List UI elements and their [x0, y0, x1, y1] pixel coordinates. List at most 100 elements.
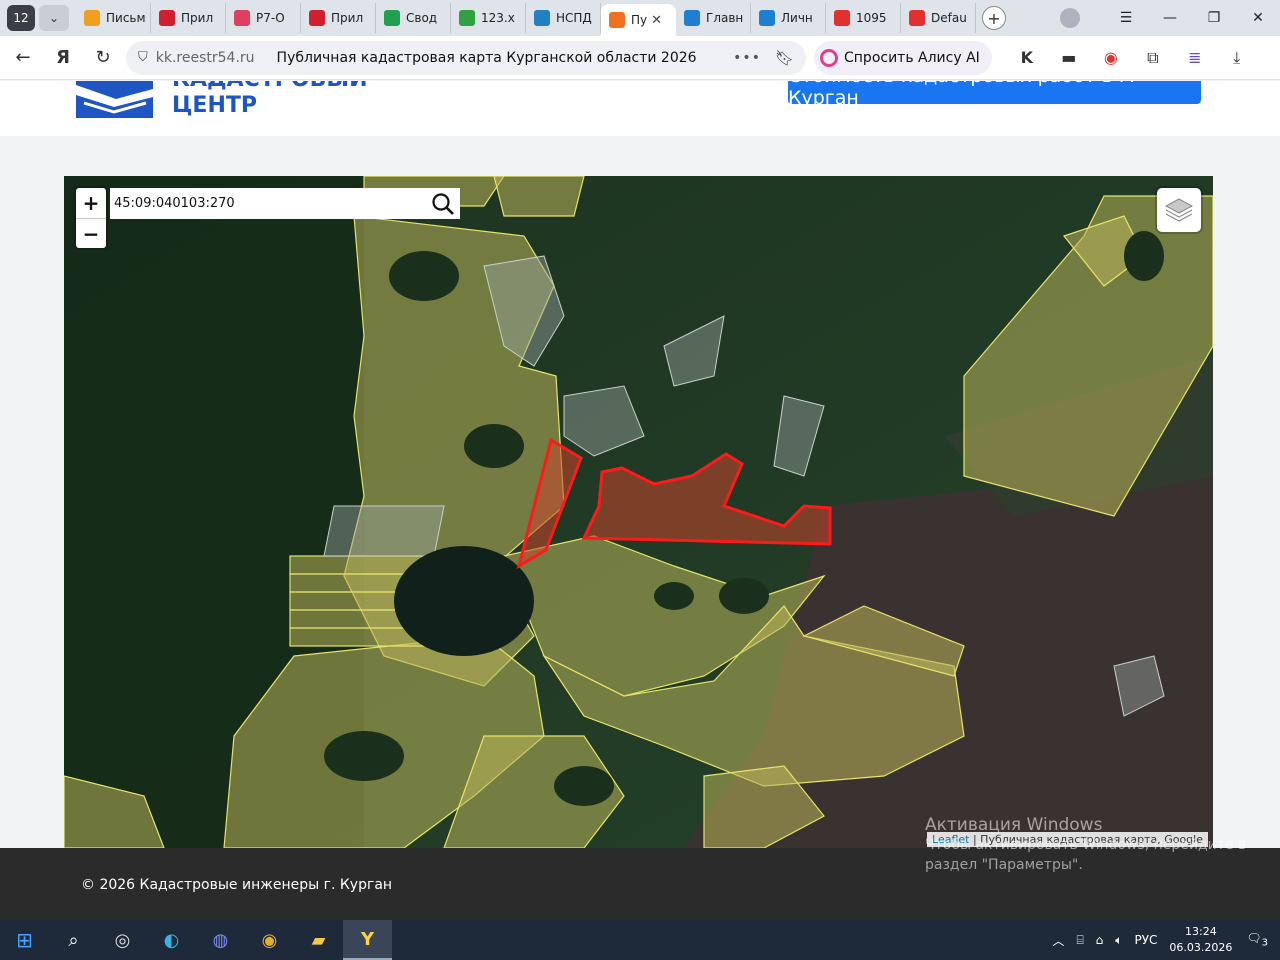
browser-tab[interactable]: Свод [376, 3, 451, 33]
tray-chevron-icon[interactable]: ︿ [1052, 932, 1064, 949]
browser-tab[interactable]: Прил [301, 3, 376, 33]
tray-clock[interactable]: 13:24 06.03.2026 [1169, 924, 1232, 956]
window-controls: ☰ — ❐ ✕ [1060, 0, 1280, 36]
tab-favicon-icon [909, 10, 925, 26]
alice-icon [820, 48, 838, 67]
profile-avatar[interactable] [1060, 8, 1080, 28]
zoom-in-button[interactable]: + [76, 188, 106, 218]
browser-tab[interactable]: Прил [151, 3, 226, 33]
browser-tab[interactable]: 1095 [826, 3, 901, 33]
watermark-line-3: раздел "Параметры". [925, 857, 1083, 873]
url-field[interactable]: ⛉ kk.reestr54.ru Публичная кадастровая к… [126, 40, 806, 75]
url-page-title: Публичная кадастровая карта Курганской о… [276, 49, 697, 66]
browser-tab[interactable]: Главн [676, 3, 751, 33]
ask-alice-button[interactable]: Спросить Алису AI [814, 40, 992, 75]
yandex-browser-taskbar-icon[interactable]: Y [343, 920, 392, 960]
browser-tab[interactable]: Defau [901, 3, 976, 33]
ask-alice-label: Спросить Алису AI [844, 49, 980, 66]
close-window-icon[interactable]: ✕ [1236, 10, 1280, 26]
search-icon[interactable] [426, 188, 460, 219]
tab-label: Свод [406, 11, 438, 25]
tab-label: Прил [331, 11, 364, 25]
zoom-control: + − [76, 188, 106, 248]
layers-button[interactable] [1157, 188, 1201, 232]
zoom-out-button[interactable]: − [76, 218, 106, 248]
logo-text[interactable]: КАДАСТРОВЫЙ ЦЕНТР [172, 81, 368, 119]
browser-tab[interactable]: Личн [751, 3, 826, 33]
tray-volume-icon[interactable]: 🔈︎ [1115, 933, 1122, 948]
more-dots-icon[interactable]: ••• [733, 50, 761, 66]
file-explorer-icon[interactable]: ▰ [294, 920, 343, 960]
system-tray: ︿ ⌸ ⌂ 🔈︎ РУС 13:24 06.03.2026 🗨︎3 [1052, 920, 1280, 960]
tab-close-icon[interactable]: ✕ [651, 13, 662, 28]
restore-icon[interactable]: ❐ [1192, 10, 1236, 26]
tab-favicon-icon [84, 10, 100, 26]
minimize-icon[interactable]: — [1148, 10, 1192, 26]
extension-k-icon[interactable]: K [1012, 43, 1042, 73]
start-windows-icon[interactable]: ⊞ [0, 920, 49, 960]
tab-label: Р7-О [256, 11, 285, 25]
browser-tab[interactable]: Р7-О [226, 3, 301, 33]
browser-tab[interactable]: 123.x [451, 3, 526, 33]
tab-favicon-icon [834, 10, 850, 26]
cadastral-map[interactable]: + − Leaflet | Публичная кадастровая карт… [64, 176, 1213, 848]
tab-favicon-icon [684, 10, 700, 26]
windows-activation-watermark: Активация Windows Чтобы активировать Win… [925, 815, 1246, 875]
chrome-icon[interactable]: ◉ [245, 920, 294, 960]
logo-line-2: ЦЕНТР [172, 93, 257, 118]
notification-icon[interactable]: 🗨︎3 [1246, 931, 1268, 948]
extension-target-icon[interactable]: ◉ [1096, 43, 1126, 73]
tab-favicon-icon [609, 12, 625, 28]
new-tab-plus-icon[interactable]: + [982, 6, 1006, 30]
shield-icon[interactable]: ⛉ [138, 50, 148, 65]
extension-puzzle-icon[interactable]: ⧉ [1138, 43, 1168, 73]
tab-label: Пу [631, 13, 648, 27]
satellite-imagery[interactable] [64, 176, 1213, 848]
notification-count: 3 [1261, 937, 1268, 949]
browser-tab[interactable]: Письм [76, 3, 151, 33]
browser-tab[interactable]: Пу ✕ [601, 4, 676, 36]
footer-copyright: © 2026 Кадастровые инженеры г. Курган [81, 877, 393, 893]
tab-label: Личн [781, 11, 813, 25]
tab-label: Главн [706, 11, 744, 25]
logo-line-1: КАДАСТРОВЫЙ [172, 81, 368, 93]
cadastral-cost-button[interactable]: Стоимость кадастровых работ в г. Курган [788, 81, 1201, 109]
tab-favicon-icon [534, 10, 550, 26]
tab-label: Письм [106, 11, 146, 25]
cadastral-search [110, 188, 460, 219]
tab-list-chevron-icon[interactable]: ⌄ [39, 5, 69, 31]
layers-icon [1165, 198, 1193, 222]
extension-shield-icon[interactable]: ▬ [1054, 43, 1084, 73]
tray-network-icon[interactable]: ⌂ [1096, 933, 1104, 947]
messenger-icon[interactable]: ◍ [196, 920, 245, 960]
tab-label: Defau [931, 11, 967, 25]
tab-favicon-icon [159, 10, 175, 26]
tab-favicon-icon [759, 10, 775, 26]
yandex-logo-icon[interactable]: Я [46, 41, 80, 75]
tray-language[interactable]: РУС [1134, 933, 1157, 947]
cadastral-number-input[interactable] [110, 196, 426, 211]
tab-favicon-icon [234, 10, 250, 26]
tab-label: 123.x [481, 11, 515, 25]
tab-label: Прил [181, 11, 214, 25]
reload-icon[interactable]: ↻ [86, 41, 120, 75]
windows-taskbar: ⊞ ⌕ ◎ ◐ ◍ ◉ ▰ Y ︿ ⌸ ⌂ 🔈︎ РУС 13:24 06.03… [0, 920, 1280, 960]
address-bar-row: ← Я ↻ ⛉ kk.reestr54.ru Публичная кадастр… [0, 36, 1280, 80]
app-circle-icon[interactable]: ◎ [98, 920, 147, 960]
tab-label: НСПД [556, 11, 592, 25]
site-header: КАДАСТРОВЫЙ ЦЕНТР Стоимость кадастровых … [0, 81, 1280, 136]
bookmark-icon[interactable]: 🔖︎ [775, 49, 794, 67]
tray-device-icon[interactable]: ⌸ [1076, 933, 1083, 948]
browser-tab[interactable]: НСПД [526, 3, 601, 33]
download-icon[interactable]: ⤓ [1222, 43, 1252, 73]
extension-stack-icon[interactable]: ≣ [1180, 43, 1210, 73]
back-arrow-icon[interactable]: ← [6, 41, 40, 75]
clock-time: 13:24 [1185, 925, 1217, 938]
edge-browser-icon[interactable]: ◐ [147, 920, 196, 960]
watermark-line-2: Чтобы активировать Windows, перейдите в [925, 837, 1247, 853]
tab-counter[interactable]: 12 [7, 5, 35, 31]
tab-list: Письм Прил Р7-О Прил Свод 123.x НСПД Пу ✕ Главн Ли… [76, 0, 976, 36]
menu-icon[interactable]: ☰ [1104, 10, 1148, 26]
logo-icon[interactable] [76, 81, 153, 118]
search-taskbar-icon[interactable]: ⌕ [49, 920, 98, 960]
